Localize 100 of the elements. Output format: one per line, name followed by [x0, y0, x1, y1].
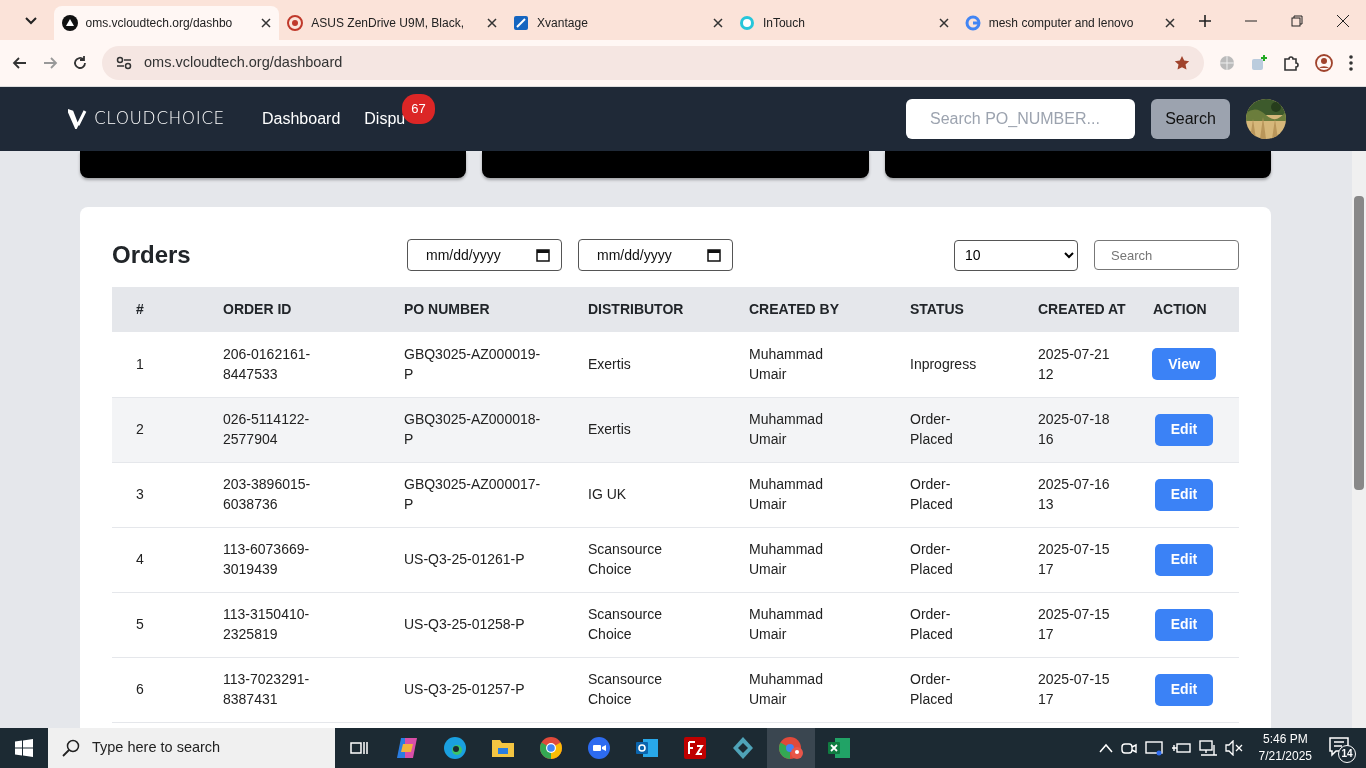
orders-title: Orders	[112, 240, 192, 270]
forward-icon[interactable]	[42, 55, 58, 71]
nav-link[interactable]: Dashboard	[262, 110, 341, 127]
extension-plus-icon[interactable]	[1250, 54, 1268, 72]
browser-tab[interactable]: oms.vcloudtech.org/dashbo	[53, 6, 280, 40]
edge-icon[interactable]	[443, 736, 467, 760]
windows-start-icon[interactable]	[15, 739, 33, 757]
table-cell-text: 113-7023291-8387431	[223, 670, 311, 709]
chrome-icon[interactable]	[539, 736, 563, 760]
table-cell-text: GBQ3025-AZ000017-P	[404, 475, 542, 514]
browser-tab[interactable]: ASUS ZenDrive U9M, Black,	[279, 6, 506, 40]
excel-icon[interactable]	[827, 737, 851, 759]
table-cell-text: Inprogress	[910, 354, 976, 374]
puzzle-icon[interactable]	[1282, 54, 1300, 72]
table-cell-text: Order-Placed	[910, 410, 954, 449]
table-cell-text: Scansource Choice	[588, 540, 663, 579]
search-field[interactable]: Search PO_NUMBER...	[906, 99, 1135, 139]
clock-time[interactable]: 5:46 PM	[1262, 731, 1308, 748]
search-icon	[62, 739, 80, 757]
action-button[interactable]: Edit	[1154, 608, 1214, 641]
column-header: STATUS	[886, 287, 1014, 332]
table-cell-text: 1	[136, 354, 144, 374]
action-button[interactable]: Edit	[1154, 543, 1214, 576]
filezilla-icon[interactable]	[683, 736, 707, 760]
clock-date[interactable]: 7/21/2025	[1258, 748, 1312, 765]
close-icon[interactable]	[1164, 18, 1175, 28]
star-icon[interactable]	[1174, 55, 1190, 71]
table-cell-text: 2025-07-18 16	[1038, 410, 1111, 449]
table-cell-text: 2025-07-15 17	[1038, 605, 1111, 644]
new-tab-icon[interactable]	[1199, 14, 1212, 27]
camera-icon[interactable]	[1120, 740, 1137, 756]
close-icon[interactable]	[487, 18, 498, 28]
action-button[interactable]: Edit	[1154, 413, 1214, 446]
folder-icon[interactable]	[491, 738, 515, 758]
back-icon[interactable]	[12, 55, 28, 71]
column-header: CREATED AT	[1014, 287, 1129, 332]
table-search-field[interactable]: Search	[1094, 240, 1239, 270]
table-cell-text: US-Q3-25-01257-P	[404, 680, 525, 699]
menu-icon[interactable]	[1348, 54, 1354, 72]
table-cell-text: Muhammad Umair	[749, 540, 824, 579]
scrollbar[interactable]	[1352, 151, 1366, 728]
action-button[interactable]: Edit	[1154, 478, 1214, 511]
table-cell-text: 113-6073669-3019439	[223, 540, 311, 579]
column-header: CREATED BY	[725, 287, 886, 332]
restore-icon[interactable]	[1291, 14, 1303, 27]
scrollbar-thumb[interactable]	[1354, 196, 1364, 490]
date-field[interactable]: mm/dd/yyyy	[407, 239, 562, 271]
column-header: PO NUMBER	[380, 287, 564, 332]
mute-icon[interactable]	[1224, 740, 1243, 756]
close-icon[interactable]	[261, 18, 272, 28]
copilot-icon[interactable]	[395, 736, 419, 760]
display-icon[interactable]	[1144, 740, 1163, 756]
reload-icon[interactable]	[72, 55, 88, 71]
table-cell-text: 3	[136, 485, 144, 504]
address-bar[interactable]: oms.vcloudtech.org/dashboard	[102, 46, 1204, 80]
zoom-icon[interactable]	[587, 736, 611, 760]
profile-icon[interactable]	[1314, 53, 1334, 73]
table-cell-text: Order-Placed	[910, 540, 954, 579]
chrome-profile-icon[interactable]	[778, 736, 804, 760]
notification-count: 14	[1338, 745, 1356, 763]
url-text: oms.vcloudtech.org/dashboard	[144, 53, 344, 73]
search-button[interactable]: Search	[1151, 99, 1230, 139]
table-cell-text: Order-Placed	[910, 475, 954, 514]
table-cell-text: 2025-07-15 17	[1038, 540, 1111, 579]
table-cell-text: Order-Placed	[910, 605, 954, 644]
site-icon	[738, 15, 755, 31]
calendar-icon[interactable]	[707, 248, 721, 262]
logo-text: CLOUDCHOICE	[94, 107, 225, 131]
minimize-icon[interactable]	[1245, 19, 1257, 22]
close-icon[interactable]	[938, 18, 949, 28]
page-size-select[interactable]: 10	[954, 239, 1078, 271]
chevron-up-icon[interactable]	[1098, 743, 1113, 753]
table-cell-text: 6	[136, 680, 144, 699]
battery-icon[interactable]	[1170, 741, 1191, 755]
column-header: #	[112, 287, 199, 332]
column-header: ACTION	[1129, 287, 1239, 332]
taskbar-search-field[interactable]: Type here to search	[48, 728, 335, 768]
outlook-icon[interactable]	[635, 737, 659, 759]
table-cell-text: Exertis	[588, 420, 631, 439]
table-cell-text: Muhammad Umair	[749, 410, 824, 449]
browser-tab[interactable]: InTouch	[730, 6, 957, 40]
column-header: DISTRIBUTOR	[564, 287, 725, 332]
table-cell-text: IG UK	[588, 485, 627, 504]
calendar-icon[interactable]	[536, 248, 550, 262]
diamond-app-icon[interactable]	[731, 736, 755, 760]
close-icon[interactable]	[1337, 14, 1349, 27]
search-placeholder: Type here to search	[92, 738, 221, 758]
action-button[interactable]: View	[1152, 348, 1216, 381]
site-icon	[513, 15, 530, 31]
close-icon[interactable]	[712, 18, 723, 28]
browser-tab[interactable]: mesh computer and lenovo	[956, 6, 1183, 40]
network-icon[interactable]	[1198, 740, 1217, 756]
browser-tab[interactable]: Xvantage	[505, 6, 731, 40]
tab-list-icon[interactable]	[24, 16, 37, 25]
site-icon	[61, 15, 78, 31]
table-cell-text: 2025-07-21 12	[1038, 344, 1111, 384]
date-field[interactable]: mm/dd/yyyy	[578, 239, 733, 271]
task-view-icon[interactable]	[350, 740, 368, 756]
action-button[interactable]: Edit	[1154, 673, 1214, 706]
site-settings-icon[interactable]	[116, 56, 132, 70]
